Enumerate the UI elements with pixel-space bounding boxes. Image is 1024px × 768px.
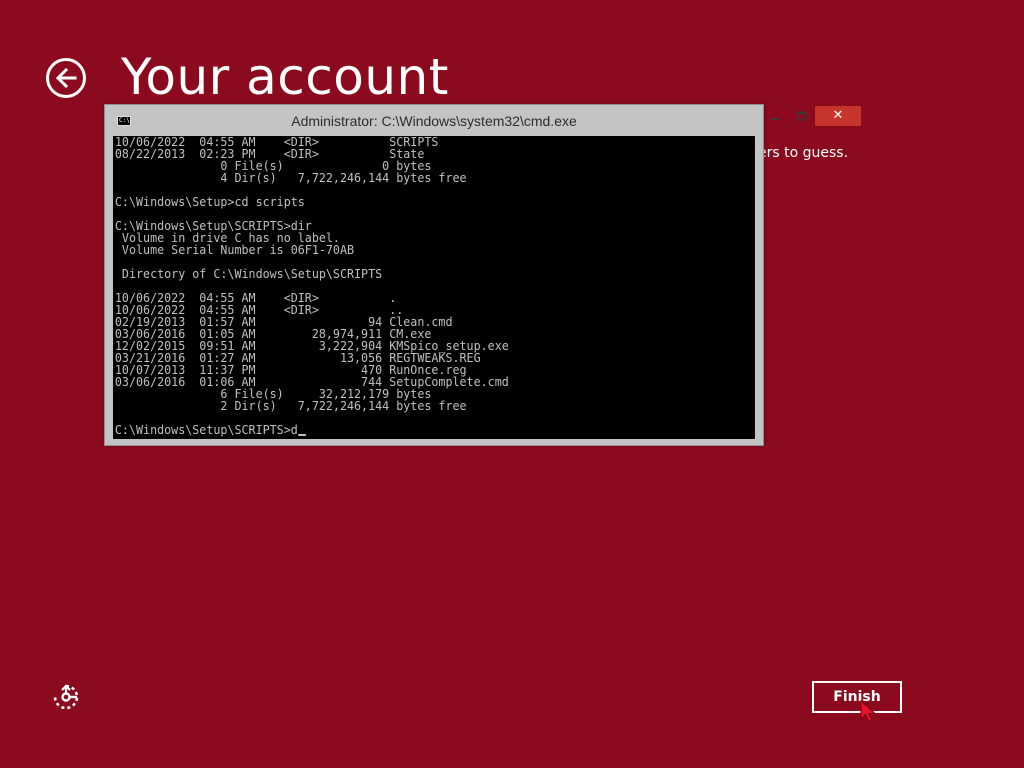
back-button[interactable]	[46, 58, 86, 98]
back-arrow-icon	[55, 68, 77, 88]
text-caret	[297, 434, 306, 436]
console-line: 4 Dir(s) 7,722,246,144 bytes free	[114, 171, 467, 185]
cmd-window[interactable]: C:\ Administrator: C:\Windows\system32\c…	[104, 104, 861, 446]
cmd-titlebar[interactable]: C:\ Administrator: C:\Windows\system32\c…	[105, 105, 861, 135]
maximize-button[interactable]	[789, 106, 815, 126]
console-line: Volume Serial Number is 06F1-70AB	[114, 243, 355, 257]
ease-of-access-icon	[53, 684, 79, 710]
finish-button[interactable]: Finish	[812, 681, 902, 713]
maximize-icon	[797, 111, 807, 121]
cmd-window-title: Administrator: C:\Windows\system32\cmd.e…	[291, 113, 577, 129]
page-title: Your account	[121, 48, 449, 106]
console-line: Directory of C:\Windows\Setup\SCRIPTS	[114, 267, 383, 281]
console-output[interactable]: 10/06/2022 04:55 AM <DIR> SCRIPTS 08/22/…	[113, 136, 755, 439]
minimize-icon	[771, 118, 779, 120]
console-text: 10/06/2022 04:55 AM <DIR> SCRIPTS 08/22/…	[113, 136, 723, 436]
close-button[interactable]: ✕	[815, 106, 861, 126]
mouse-pointer-icon	[860, 700, 877, 723]
close-icon: ✕	[832, 108, 844, 123]
minimize-button[interactable]	[761, 106, 789, 126]
console-line: 2 Dir(s) 7,722,246,144 bytes free	[114, 399, 467, 413]
console-line: C:\Windows\Setup>cd scripts	[114, 195, 305, 209]
console-line: C:\Windows\Setup\SCRIPTS>d	[114, 423, 298, 437]
ease-of-access-button[interactable]	[52, 683, 80, 711]
partially-hidden-text: ers to guess.	[758, 145, 849, 161]
